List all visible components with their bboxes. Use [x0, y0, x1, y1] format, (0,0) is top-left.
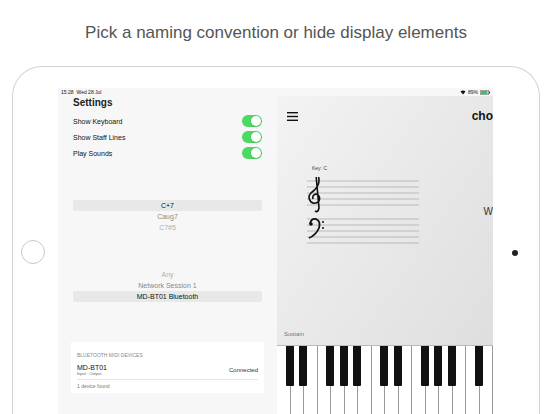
black-key[interactable] [380, 346, 388, 386]
picker-option-label: Caug7 [157, 213, 178, 220]
device-name: MD-BT01 [77, 364, 107, 371]
picker-option[interactable]: Any [73, 269, 262, 280]
piano-keyboard[interactable] [277, 345, 493, 414]
midi-source-picker[interactable]: Any Network Session 1 MD-BT01 Bluetooth [73, 269, 262, 302]
picker-option[interactable]: MD-BT01 Bluetooth [73, 291, 262, 302]
status-time: 15:28 [61, 90, 74, 95]
picker-option[interactable]: C+7 [73, 200, 262, 211]
toggle-row: Play Sounds [73, 145, 262, 161]
wifi-icon [460, 90, 466, 95]
toggle-row: Show Staff Lines [73, 129, 262, 145]
ipad-frame: 15:28 Wed 28 Jul 89% Settings Show Keybo… [12, 66, 540, 414]
picker-option-label: C+7 [161, 202, 174, 209]
device-info: MD-BT01Input · Output [77, 364, 107, 376]
toggle-knob [251, 132, 261, 142]
caption-area: Pick a naming convention or hide display… [0, 0, 552, 66]
white-key[interactable] [277, 346, 291, 414]
black-key[interactable] [299, 346, 307, 386]
toggle-switch[interactable] [242, 131, 262, 143]
sustain-label[interactable]: Sustain [284, 331, 493, 337]
white-key[interactable] [466, 346, 480, 414]
chord-name-picker[interactable]: C+7 Caug7 C7#5 [73, 200, 262, 233]
toggle-knob [251, 116, 261, 126]
staff-row: W [277, 177, 493, 247]
grand-staff-icon [307, 177, 419, 247]
camera-icon [512, 250, 518, 256]
device-status: Connected [229, 367, 258, 373]
white-key[interactable] [412, 346, 426, 414]
toggle-list: Show Keyboard Show Staff Lines Play Sounds [73, 113, 262, 161]
toggle-label: Show Staff Lines [73, 134, 125, 141]
main-header: cho [277, 110, 493, 122]
bluetooth-card: BLUETOOTH MIDI DEVICES MD-BT01Input · Ou… [71, 342, 264, 393]
picker-option-label: Network Session 1 [138, 282, 196, 289]
app-title: cho [472, 110, 493, 122]
device-count: 1 device found [77, 379, 258, 393]
battery-icon [480, 90, 490, 95]
toggle-knob [251, 148, 261, 158]
toggle-label: Play Sounds [73, 150, 112, 157]
toggle-label: Show Keyboard [73, 118, 122, 125]
device-list: MD-BT01Input · Output Connected [77, 361, 258, 379]
black-key[interactable] [475, 346, 483, 386]
toggle-row: Show Keyboard [73, 113, 262, 129]
picker-option[interactable]: Caug7 [73, 211, 262, 222]
key-label: Key: C [312, 166, 493, 171]
black-key[interactable] [286, 346, 294, 386]
black-key[interactable] [421, 346, 429, 386]
battery-level: 89% [468, 90, 478, 95]
bluetooth-header: BLUETOOTH MIDI DEVICES [77, 342, 258, 361]
picker-option[interactable]: Network Session 1 [73, 280, 262, 291]
menu-icon[interactable] [287, 112, 298, 121]
black-key[interactable] [326, 346, 334, 386]
status-date: Wed 28 Jul [77, 90, 102, 95]
main-panel: cho Key: C W [277, 96, 493, 414]
white-key[interactable] [318, 346, 332, 414]
black-key[interactable] [434, 346, 442, 386]
caption: Pick a naming convention or hide display… [85, 20, 467, 46]
picker-option-label: Any [161, 271, 173, 278]
status-bar: 15:28 Wed 28 Jul 89% [58, 88, 493, 96]
black-key[interactable] [353, 346, 361, 386]
side-label: W [419, 207, 493, 217]
toggle-switch[interactable] [242, 147, 262, 159]
app-screen: 15:28 Wed 28 Jul 89% Settings Show Keybo… [58, 88, 493, 414]
settings-panel: Settings Show Keyboard Show Staff Lines Pl… [58, 96, 277, 414]
settings-title: Settings [73, 96, 262, 108]
home-button-icon[interactable] [21, 240, 45, 264]
toggle-switch[interactable] [242, 115, 262, 127]
device-ports: Input · Output [77, 372, 107, 376]
device-row[interactable]: MD-BT01Input · Output Connected [77, 361, 258, 379]
picker-option-label: C7#5 [159, 224, 176, 231]
black-key[interactable] [448, 346, 456, 386]
picker-option-label: MD-BT01 Bluetooth [137, 293, 198, 300]
black-key[interactable] [394, 346, 402, 386]
white-key[interactable] [372, 346, 386, 414]
black-key[interactable] [340, 346, 348, 386]
picker-option[interactable]: C7#5 [73, 222, 262, 233]
